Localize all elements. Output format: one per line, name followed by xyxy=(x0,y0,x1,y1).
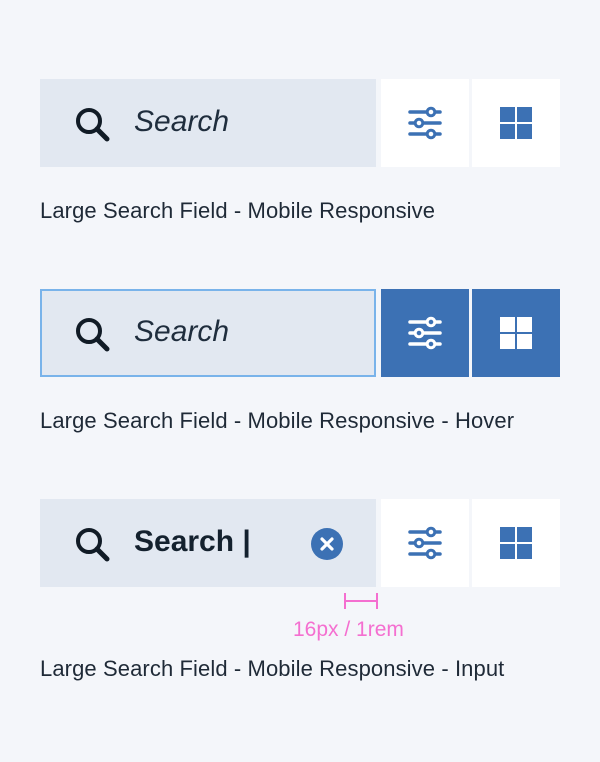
grid-view-button[interactable] xyxy=(472,79,560,167)
search-icon xyxy=(76,108,110,142)
search-field[interactable]: Search xyxy=(40,289,376,377)
sliders-icon xyxy=(408,316,442,350)
filter-button[interactable] xyxy=(381,499,469,587)
search-field[interactable]: Search | xyxy=(40,499,376,587)
spacing-measure-marker xyxy=(344,593,378,609)
search-bar-hover: Search xyxy=(40,289,560,377)
grid-view-button[interactable] xyxy=(472,289,560,377)
variant-caption: Large Search Field - Mobile Responsive -… xyxy=(40,656,505,681)
spacing-measure-label: 16px / 1rem xyxy=(293,618,404,641)
search-input-value: Search | xyxy=(134,525,251,558)
sliders-icon xyxy=(408,106,442,140)
search-icon xyxy=(76,318,110,352)
search-placeholder: Search xyxy=(134,105,230,138)
filter-button[interactable] xyxy=(381,79,469,167)
search-placeholder: Search xyxy=(134,315,230,348)
search-bar-input: Search | xyxy=(40,499,560,587)
sliders-icon xyxy=(408,526,442,560)
grid-icon xyxy=(500,107,532,139)
search-field[interactable]: Search xyxy=(40,79,376,167)
variant-caption: Large Search Field - Mobile Responsive xyxy=(40,198,436,223)
filter-button[interactable] xyxy=(381,289,469,377)
grid-icon xyxy=(500,317,532,349)
grid-view-button[interactable] xyxy=(472,499,560,587)
search-bar-default: Search xyxy=(40,79,560,167)
search-icon xyxy=(76,528,110,562)
grid-icon xyxy=(500,527,532,559)
variant-caption: Large Search Field - Mobile Responsive -… xyxy=(40,408,515,433)
clear-circle-icon[interactable] xyxy=(311,528,343,560)
